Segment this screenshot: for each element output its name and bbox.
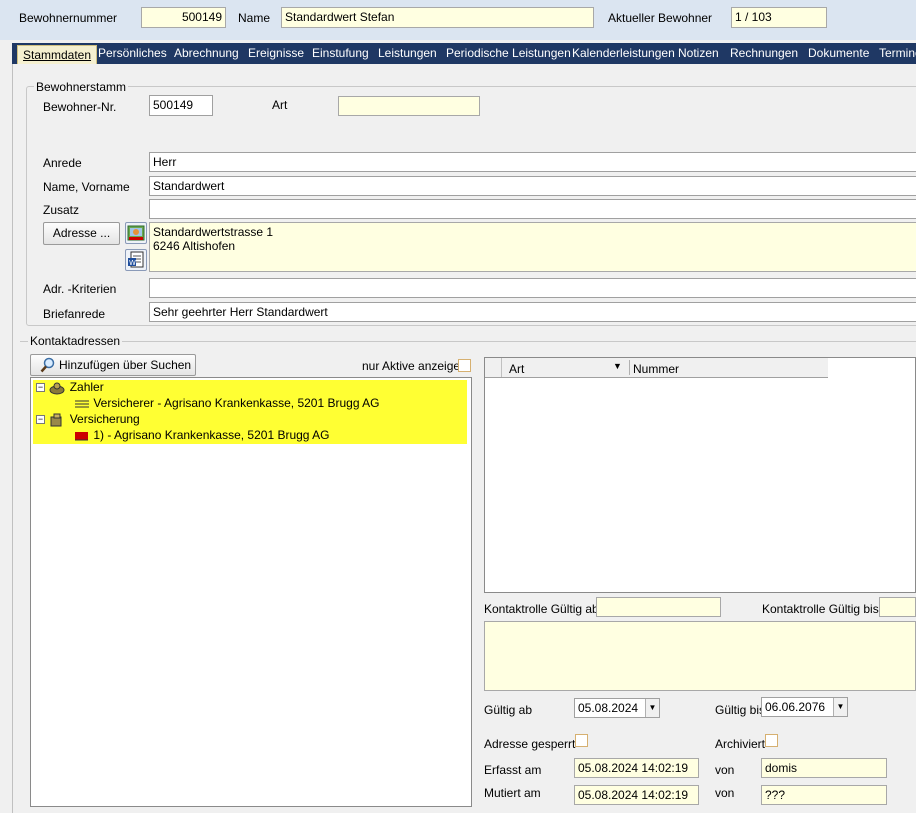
kontaktadressen-title: Kontaktadressen [28, 334, 123, 348]
tab-abrechnung[interactable]: Abrechnung [174, 43, 239, 64]
mutiert-am-label: Mutiert am [484, 786, 541, 800]
adr-kriterien-field[interactable] [149, 278, 916, 298]
tab-rechnungen[interactable]: Rechnungen [730, 43, 798, 64]
archiviert-checkbox[interactable] [765, 734, 778, 747]
grid-col-art[interactable]: Art [509, 362, 524, 376]
red-flag-icon [75, 431, 88, 441]
header-bar: Bewohnernummer 500149 Name Standardwert … [0, 0, 916, 40]
name-vorname-field[interactable]: Standardwert [149, 176, 916, 196]
zusatz-label: Zusatz [43, 203, 80, 217]
collapse-icon[interactable]: − [36, 415, 45, 425]
aktueller-bewohner-label: Aktueller Bewohner [608, 11, 713, 25]
adr-kriterien-label: Adr. -Kriterien [43, 282, 117, 296]
adresse-line-1: Standardwertstrasse 1 [153, 225, 274, 239]
kontaktrolle-gueltig-ab-label: Kontaktrolle Gültig ab [484, 602, 599, 616]
tree-node-versicherung[interactable]: − Versicherung [36, 412, 140, 427]
gueltig-ab-value: 05.08.2024 [578, 701, 639, 715]
art-field[interactable] [338, 96, 480, 116]
mutiert-von-field[interactable]: ??? [761, 785, 887, 805]
bewohnernummer-label: Bewohnernummer [19, 11, 118, 25]
adresse-line-2: 6246 Altishofen [153, 239, 236, 253]
gueltig-ab-label: Gültig ab [484, 703, 533, 717]
chevron-down-icon[interactable]: ▼ [645, 699, 659, 717]
aktueller-bewohner-field[interactable]: 1 / 103 [731, 7, 827, 28]
tab-bar: Stammdaten Persönliches Abrechnung Ereig… [12, 43, 916, 65]
tab-leistungen[interactable]: Leistungen [378, 43, 437, 64]
grid-header: Art ▼ Nummer [485, 358, 828, 378]
adresse-gesperrt-checkbox[interactable] [575, 734, 588, 747]
name-field[interactable]: Standardwert Stefan [281, 7, 594, 28]
kontaktrolle-gueltig-bis-label: Kontaktrolle Gültig bis [762, 602, 879, 616]
tree-node-versicherung-label: Versicherung [69, 412, 140, 426]
tab-stammdaten[interactable]: Stammdaten [17, 45, 98, 65]
gueltig-bis-value: 06.06.2076 [765, 700, 826, 714]
contact-grid[interactable]: Art ▼ Nummer [484, 357, 916, 593]
tab-einstufung[interactable]: Einstufung [312, 43, 369, 64]
bewohner-nr-label: Bewohner-Nr. [43, 100, 117, 114]
anrede-field[interactable]: Herr [149, 152, 916, 172]
gueltig-bis-datepicker[interactable]: 06.06.2076 ▼ [761, 697, 848, 717]
zusatz-field[interactable] [149, 199, 916, 219]
notes-area[interactable] [484, 621, 916, 691]
word-document-icon[interactable]: W [125, 249, 147, 271]
gueltig-bis-label: Gültig bis [715, 703, 766, 717]
tree-node-zahler[interactable]: − Zahler [36, 380, 104, 395]
tree-node-zahler-label: Zahler [69, 380, 104, 394]
svg-text:W: W [129, 259, 136, 267]
insurance-icon [50, 413, 62, 427]
adresse-button[interactable]: Adresse ... [43, 222, 120, 245]
tab-periodische-leistungen[interactable]: Periodische Leistungen [446, 43, 571, 64]
chevron-down-icon[interactable]: ▼ [833, 698, 847, 716]
gueltig-ab-datepicker[interactable]: 05.08.2024 ▼ [574, 698, 660, 718]
adresse-gesperrt-label: Adresse gesperrt [484, 737, 576, 751]
tab-notizen[interactable]: Notizen [678, 43, 719, 64]
erfasst-am-field[interactable]: 05.08.2024 14:02:19 [574, 758, 699, 778]
card-icon [75, 400, 89, 408]
tab-dokumente[interactable]: Dokumente [808, 43, 869, 64]
mutiert-von-label: von [715, 786, 735, 800]
tree-node-agrisano[interactable]: 1) - Agrisano Krankenkasse, 5201 Brugg A… [74, 428, 329, 442]
tree-node-agrisano-label: 1) - Agrisano Krankenkasse, 5201 Brugg A… [93, 428, 330, 442]
hinzufuegen-button[interactable]: Hinzufügen über Suchen [30, 354, 196, 376]
mutiert-am-field[interactable]: 05.08.2024 14:02:19 [574, 785, 699, 805]
bewohnernummer-field[interactable]: 500149 [141, 7, 226, 28]
archiviert-label: Archiviert [715, 737, 766, 751]
nur-aktive-label: nur Aktive anzeigen [362, 359, 467, 373]
erfasst-am-label: Erfasst am [484, 763, 542, 777]
erfasst-von-field[interactable]: domis [761, 758, 887, 778]
address-book-icon[interactable] [125, 222, 147, 244]
adresse-field[interactable]: Standardwertstrasse 1 6246 Altishofen [149, 222, 916, 272]
payer-icon [49, 382, 65, 395]
bewohnerstamm-title: Bewohnerstamm [34, 80, 129, 94]
magnifier-icon [40, 357, 55, 373]
bewohner-nr-field[interactable]: 500149 [149, 95, 213, 116]
collapse-icon[interactable]: − [36, 383, 45, 393]
filter-dropdown-icon[interactable]: ▼ [613, 361, 622, 371]
tree-node-versicherer[interactable]: Versicherer - Agrisano Krankenkasse, 520… [74, 396, 380, 410]
name-label: Name [238, 11, 271, 25]
briefanrede-field[interactable]: Sehr geehrter Herr Standardwert [149, 302, 916, 322]
tab-persoenliches[interactable]: Persönliches [98, 43, 167, 64]
name-vorname-label: Name, Vorname [43, 180, 130, 194]
hinzufuegen-label: Hinzufügen über Suchen [59, 358, 192, 372]
erfasst-von-label: von [715, 763, 735, 777]
tab-ereignisse[interactable]: Ereignisse [248, 43, 304, 64]
kontakt-separator [20, 341, 916, 342]
kontaktrolle-gueltig-bis-field[interactable] [879, 597, 916, 617]
anrede-label: Anrede [43, 156, 82, 170]
nur-aktive-checkbox[interactable] [458, 359, 471, 372]
art-label: Art [272, 98, 288, 112]
grid-col-nummer[interactable]: Nummer [633, 362, 679, 376]
kontaktrolle-gueltig-ab-field[interactable] [596, 597, 721, 617]
briefanrede-label: Briefanrede [43, 307, 106, 321]
tab-kalenderleistungen[interactable]: Kalenderleistungen [572, 43, 675, 64]
tab-termine[interactable]: Termine [879, 43, 916, 64]
tree-node-versicherer-label: Versicherer - Agrisano Krankenkasse, 520… [93, 396, 380, 410]
